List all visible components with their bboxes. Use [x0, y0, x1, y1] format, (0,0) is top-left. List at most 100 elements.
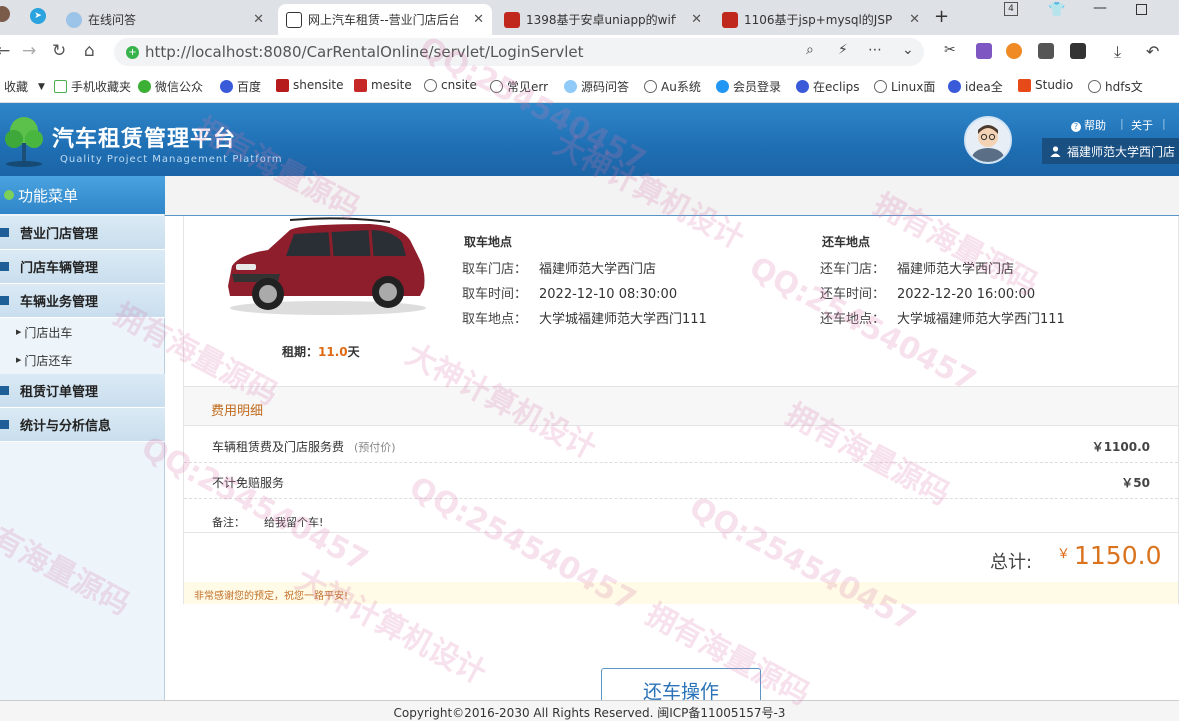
- return-address-label: 还车地点：: [820, 312, 886, 327]
- pickup-time-row: 取车时间： 2022-12-10 08:30:00: [462, 283, 677, 302]
- bookmark-item[interactable]: Linux面: [874, 78, 935, 95]
- bookmark-item[interactable]: cnsite: [424, 78, 477, 92]
- scissors-icon[interactable]: ✂: [944, 42, 956, 58]
- bookmark-label: Linux面: [891, 80, 936, 94]
- close-icon[interactable]: ✕: [253, 12, 264, 27]
- bookmark-item[interactable]: 微信公众: [138, 78, 203, 95]
- globe-icon: [490, 80, 503, 93]
- translate-icon[interactable]: [976, 43, 992, 59]
- address-url[interactable]: http://localhost:8080/CarRentalOnline/se…: [145, 43, 584, 61]
- sidebar-heading-label: 功能菜单: [18, 186, 79, 205]
- site-icon: [276, 78, 289, 92]
- bookmark-label: hdfs文: [1105, 80, 1143, 94]
- browser-toolbar: ← → ↻ ⌂ + http://localhost:8080/CarRenta…: [0, 35, 1179, 68]
- app-title: 汽车租赁管理平台: [52, 127, 237, 152]
- reload-icon[interactable]: ↻: [52, 41, 66, 61]
- bookmark-item[interactable]: 在eclips: [796, 78, 860, 95]
- menu-bullet-icon: [0, 420, 9, 429]
- sidebar-item-label: 门店车辆管理: [20, 261, 99, 276]
- fee-row: 车辆租赁费及门店服务费 (预付价) ￥1100.0: [184, 427, 1178, 463]
- main-content: 取车地点 取车门店： 福建师范大学西门店 取车时间： 2022-12-10 08:3…: [165, 176, 1179, 708]
- menu-bullet-icon: [0, 296, 9, 305]
- main-top-bar: [165, 176, 1179, 216]
- bookmark-item[interactable]: hdfs文: [1088, 78, 1143, 95]
- profile-avatar-icon[interactable]: [0, 6, 10, 22]
- globe-icon: [424, 78, 437, 92]
- rental-period-value: 11.0: [318, 345, 348, 359]
- bookmark-item[interactable]: 会员登录: [716, 78, 781, 95]
- bookmark-item[interactable]: shensite: [276, 78, 344, 92]
- apps-grid-icon[interactable]: [1070, 43, 1086, 59]
- telegram-icon[interactable]: ➤: [30, 8, 46, 24]
- chevron-down-icon[interactable]: ⌄: [902, 42, 914, 58]
- divider: [184, 532, 1178, 533]
- screenshot-icon[interactable]: [1038, 43, 1054, 59]
- more-icon[interactable]: ⋯: [868, 42, 882, 58]
- sidebar-subitem-return[interactable]: ▶ 门店还车: [0, 346, 165, 374]
- shirt-icon[interactable]: 👕: [1048, 2, 1065, 18]
- wechat-icon: [138, 80, 151, 93]
- sidebar-subitem-pickup[interactable]: ▶ 门店出车: [0, 318, 165, 346]
- forward-arrow-icon[interactable]: →: [22, 41, 36, 61]
- sidebar-item-vehicle-business[interactable]: 车辆业务管理: [0, 284, 165, 318]
- tab-count-badge[interactable]: 4: [1004, 2, 1018, 16]
- browser-tab[interactable]: 1106基于jsp+mysql的JSP ✕: [714, 4, 928, 35]
- browser-tab[interactable]: 1398基于安卓uniapp的wifi ✕: [496, 4, 710, 35]
- sidebar-item-order-management[interactable]: 租赁订单管理: [0, 374, 165, 408]
- bookmark-label: mesite: [371, 78, 412, 92]
- bookmark-item[interactable]: Au系统: [644, 78, 701, 95]
- fee-detail-header: 费用明细: [184, 386, 1178, 426]
- address-bar[interactable]: + http://localhost:8080/CarRentalOnline/…: [114, 38, 924, 66]
- bookmark-item[interactable]: idea全: [948, 78, 1003, 95]
- download-icon[interactable]: ⤓: [1114, 42, 1121, 62]
- fee-value: ￥50: [1121, 476, 1150, 490]
- total-label: 总计:: [990, 552, 1033, 573]
- new-tab-icon[interactable]: +: [934, 6, 949, 27]
- close-icon[interactable]: ✕: [691, 12, 702, 27]
- bookmark-item[interactable]: Studio: [1018, 78, 1073, 92]
- avatar[interactable]: [964, 116, 1012, 164]
- search-icon[interactable]: ⌕: [806, 42, 814, 58]
- secure-shield-icon: +: [126, 45, 139, 59]
- menu-bullet-icon: [0, 228, 9, 237]
- app-header: 汽车租赁管理平台 Quality Project Management Plat…: [0, 103, 1179, 176]
- game-icon[interactable]: [1006, 43, 1022, 59]
- bookmark-label: Au系统: [661, 80, 701, 94]
- bookmark-label: idea全: [965, 80, 1003, 94]
- sidebar-item-label: 租赁订单管理: [20, 385, 99, 400]
- bookmark-item[interactable]: 手机收藏夹: [54, 78, 131, 95]
- sidebar-item-store-management[interactable]: 营业门店管理: [0, 216, 165, 250]
- close-icon[interactable]: ✕: [909, 12, 920, 27]
- back-arrow-icon[interactable]: ←: [0, 41, 10, 61]
- bookmark-item[interactable]: 常见err: [490, 78, 548, 95]
- return-store-row: 还车门店： 福建师范大学西门店: [820, 258, 1014, 277]
- bookmark-item[interactable]: 源码问答: [564, 78, 629, 95]
- return-heading: 还车地点: [822, 235, 871, 249]
- triangle-right-icon: ▶: [16, 328, 22, 336]
- close-icon[interactable]: ✕: [473, 12, 484, 27]
- sidebar-item-vehicle-management[interactable]: 门店车辆管理: [0, 250, 165, 284]
- help-link[interactable]: ? 帮助: [1071, 117, 1106, 133]
- about-link[interactable]: 关于: [1131, 117, 1153, 133]
- home-icon[interactable]: ⌂: [84, 41, 95, 61]
- undo-icon[interactable]: ↶: [1146, 42, 1159, 61]
- bookmark-item[interactable]: 百度: [220, 78, 261, 95]
- browser-tab[interactable]: 在线问答 ✕: [58, 4, 272, 35]
- fee-note: (预付价): [354, 441, 396, 454]
- bookmark-label: 常见err: [507, 80, 549, 94]
- bookmark-label: 百度: [237, 80, 262, 94]
- browser-tab-active[interactable]: 网上汽车租赁--营业门店后台 ✕: [278, 4, 492, 35]
- minimize-icon[interactable]: —: [1093, 0, 1107, 16]
- qa-icon: [564, 80, 577, 93]
- bookmarks-bar: 收藏 ▼ 手机收藏夹 微信公众 百度 shensite mesite cnsite…: [0, 68, 1179, 103]
- lightning-icon[interactable]: ⚡: [838, 42, 848, 58]
- maximize-icon[interactable]: [1136, 4, 1147, 15]
- bookmark-item[interactable]: mesite: [354, 78, 412, 92]
- current-user-badge[interactable]: 福建师范大学西门店: [1042, 138, 1179, 164]
- bookmark-label: 手机收藏夹: [71, 80, 132, 94]
- bookmark-favorites[interactable]: 收藏 ▼: [4, 78, 45, 95]
- sidebar-item-statistics[interactable]: 统计与分析信息: [0, 408, 165, 442]
- rental-period-label: 租期：: [282, 345, 319, 359]
- browser-tab-title: 1106基于jsp+mysql的JSP: [744, 13, 893, 27]
- return-address-value: 大学城福建师范大学西门111: [897, 312, 1065, 327]
